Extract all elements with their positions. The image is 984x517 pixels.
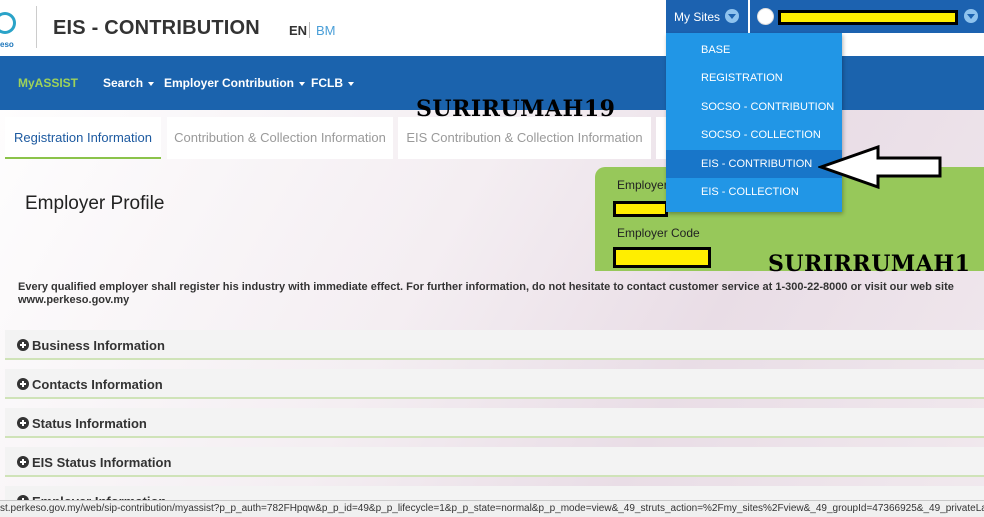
browser-status-bar: st.perkeso.gov.my/web/sip-contribution/m…	[0, 500, 984, 517]
registration-notice: Every qualified employer shall register …	[18, 281, 954, 306]
employer-profile-heading: Employer Profile	[25, 193, 165, 214]
dropdown-item-eis-collection[interactable]: EIS - COLLECTION	[666, 178, 842, 206]
caret-down-icon	[299, 81, 305, 86]
dropdown-item-socso-contribution[interactable]: SOCSO - CONTRIBUTION	[666, 93, 842, 121]
lang-divider	[309, 22, 310, 38]
nav-item-employer-contribution[interactable]: Employer Contribution	[164, 76, 305, 90]
watermark-text: SURIRRUMAH1	[768, 251, 971, 277]
logo-text: eso	[0, 40, 14, 49]
page-title: EIS - CONTRIBUTION	[53, 17, 260, 39]
dropdown-item-base[interactable]: BASE	[666, 36, 842, 64]
nav-item-search[interactable]: Search	[103, 76, 155, 90]
section-business-information[interactable]: Business Information	[5, 330, 984, 360]
my-sites-dropdown: BASE REGISTRATION SOCSO - CONTRIBUTION S…	[666, 33, 842, 212]
logo-arc-icon	[0, 12, 16, 34]
my-sites-label: My Sites	[674, 10, 721, 24]
nav-item-label: Employer Contribution	[164, 76, 294, 90]
section-status-information[interactable]: Status Information	[5, 408, 984, 438]
employer-code-label: Employer Code	[617, 226, 700, 240]
tab-eis-contribution-collection[interactable]: EIS Contribution & Collection Informatio…	[398, 117, 651, 159]
dropdown-item-socso-collection[interactable]: SOCSO - COLLECTION	[666, 121, 842, 149]
plus-circle-icon	[17, 417, 29, 429]
lang-en-link[interactable]: EN	[289, 23, 307, 38]
annotation-arrow-icon	[818, 145, 942, 190]
avatar	[757, 8, 774, 25]
dropdown-item-registration[interactable]: REGISTRATION	[666, 64, 842, 92]
chevron-down-icon	[964, 9, 978, 23]
nav-item-label: Search	[103, 76, 144, 90]
watermark-text: SURIRUMAH19	[416, 96, 616, 122]
plus-circle-icon	[17, 456, 29, 468]
redacted-employer-name	[613, 201, 668, 217]
section-label: EIS Status Information	[32, 455, 172, 470]
section-eis-status-information[interactable]: EIS Status Information	[5, 447, 984, 477]
tab-registration-information[interactable]: Registration Information	[5, 117, 161, 159]
redacted-username	[778, 10, 958, 25]
lang-bm-link[interactable]: BM	[316, 23, 336, 38]
section-label: Status Information	[32, 416, 147, 431]
dropdown-item-eis-contribution[interactable]: EIS - CONTRIBUTION	[666, 150, 842, 178]
title-divider	[36, 6, 37, 48]
section-contacts-information[interactable]: Contacts Information	[5, 369, 984, 399]
user-menu-button[interactable]	[750, 0, 984, 33]
redacted-employer-code	[613, 247, 711, 268]
nav-brand-myassist[interactable]: MyASSIST	[18, 76, 78, 90]
chevron-down-icon	[725, 9, 739, 23]
employer-label: Employer	[617, 178, 668, 192]
tab-contribution-collection[interactable]: Contribution & Collection Information	[167, 117, 393, 159]
plus-circle-icon	[17, 378, 29, 390]
plus-circle-icon	[17, 339, 29, 351]
perkeso-logo[interactable]: eso	[0, 4, 16, 50]
nav-item-label: FCLB	[311, 76, 343, 90]
caret-down-icon	[348, 81, 354, 86]
caret-down-icon	[148, 81, 155, 86]
nav-item-fclb[interactable]: FCLB	[311, 76, 354, 90]
section-label: Business Information	[32, 338, 165, 353]
section-label: Contacts Information	[32, 377, 163, 392]
my-sites-button[interactable]: My Sites	[666, 0, 748, 33]
